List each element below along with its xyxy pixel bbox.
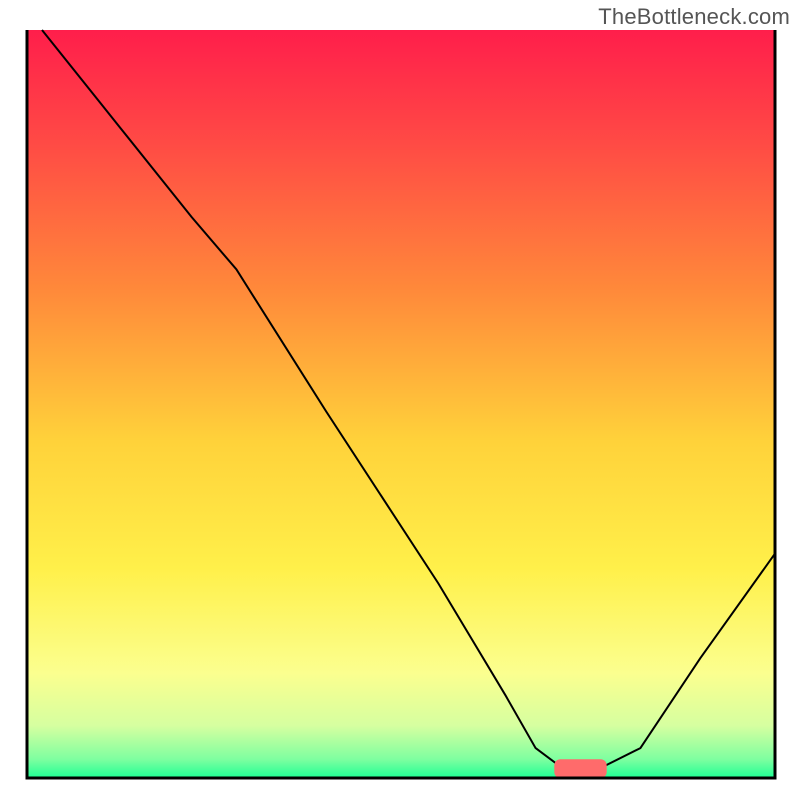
bottleneck-chart — [0, 0, 800, 800]
target-marker — [554, 759, 606, 778]
watermark-text: TheBottleneck.com — [598, 4, 790, 30]
chart-background-gradient — [27, 30, 775, 778]
